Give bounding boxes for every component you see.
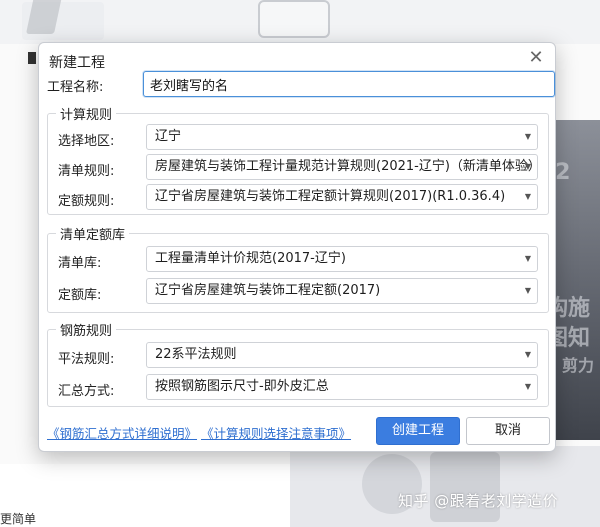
quota-rule-label: 定额规则:	[58, 194, 115, 209]
chevron-down-icon: ▼	[524, 382, 531, 391]
list-lib-value: 工程量清单计价规范(2017-辽宁)	[155, 251, 346, 266]
background-card	[258, 0, 330, 38]
rule-doc-link[interactable]: 《计算规则选择注意事项》	[201, 423, 351, 442]
chevron-down-icon: ▼	[524, 350, 531, 359]
dialog-title: 新建工程	[49, 55, 105, 71]
quota-lib-label: 定额库:	[58, 288, 102, 303]
list-lib-select[interactable]: 工程量清单计价规范(2017-辽宁) ▼	[146, 246, 538, 272]
background-mark	[28, 52, 36, 64]
chevron-down-icon: ▼	[524, 162, 531, 171]
list-rule-value: 房屋建筑与装饰工程计量规范计算规则(2021-辽宁)（新清单体验）(R	[155, 159, 538, 174]
quota-lib-value: 辽宁省房屋建筑与装饰工程定额(2017)	[155, 283, 381, 298]
project-name-label: 工程名称:	[47, 80, 104, 95]
rebar-doc-link[interactable]: 《钢筋汇总方式详细说明》	[47, 423, 197, 442]
background-text: 更简单	[0, 512, 37, 526]
summary-select[interactable]: 按照钢筋图示尺寸-即外皮汇总 ▼	[146, 374, 538, 400]
summary-label: 汇总方式:	[58, 384, 115, 399]
background-toolbar	[0, 0, 600, 44]
summary-value: 按照钢筋图示尺寸-即外皮汇总	[155, 379, 329, 394]
chevron-down-icon: ▼	[524, 286, 531, 295]
quota-rule-value: 辽宁省房屋建筑与装饰工程定额计算规则(2017)(R1.0.36.4)	[155, 189, 506, 204]
new-project-dialog: 新建工程 ✕ 工程名称: 计算规则 选择地区: 辽宁 ▼ 清单规则: 房屋建筑与…	[38, 42, 556, 452]
region-label: 选择地区:	[58, 134, 115, 149]
cancel-button[interactable]: 取消	[466, 417, 550, 445]
background-card	[22, 2, 104, 40]
project-name-input[interactable]	[143, 71, 555, 97]
rebar-rules-title: 钢筋规则	[56, 320, 117, 339]
create-project-button[interactable]: 创建工程	[376, 417, 460, 445]
calc-rules-group: 计算规则 选择地区: 辽宁 ▼ 清单规则: 房屋建筑与装饰工程计量规范计算规则(…	[47, 104, 549, 215]
list-lib-label: 清单库:	[58, 256, 102, 271]
library-group: 清单定额库 清单库: 工程量清单计价规范(2017-辽宁) ▼ 定额库: 辽宁省…	[47, 224, 549, 313]
quota-lib-select[interactable]: 辽宁省房屋建筑与装饰工程定额(2017) ▼	[146, 278, 538, 304]
background-qr	[430, 452, 500, 522]
rebar-rules-group: 钢筋规则 平法规则: 22系平法规则 ▼ 汇总方式: 按照钢筋图示尺寸-即外皮汇…	[47, 320, 549, 407]
flat-rule-select[interactable]: 22系平法规则 ▼	[146, 342, 538, 368]
close-icon[interactable]: ✕	[527, 49, 545, 67]
flat-rule-label: 平法规则:	[58, 352, 115, 367]
flat-rule-value: 22系平法规则	[155, 347, 237, 362]
region-value: 辽宁	[155, 129, 182, 144]
library-title: 清单定额库	[56, 224, 130, 243]
list-rule-select[interactable]: 房屋建筑与装饰工程计量规范计算规则(2021-辽宁)（新清单体验）(R ▼	[146, 154, 538, 180]
chevron-down-icon: ▼	[524, 132, 531, 141]
list-rule-label: 清单规则:	[58, 164, 115, 179]
calc-rules-title: 计算规则	[56, 104, 117, 123]
background-footer-area	[290, 446, 600, 527]
watermark: 知乎 @跟着老刘学造价	[398, 492, 559, 510]
region-select[interactable]: 辽宁 ▼	[146, 124, 538, 150]
quota-rule-select[interactable]: 辽宁省房屋建筑与装饰工程定额计算规则(2017)(R1.0.36.4) ▼	[146, 184, 538, 210]
project-name-row: 工程名称:	[47, 71, 555, 97]
chevron-down-icon: ▼	[524, 192, 531, 201]
chevron-down-icon: ▼	[524, 254, 531, 263]
